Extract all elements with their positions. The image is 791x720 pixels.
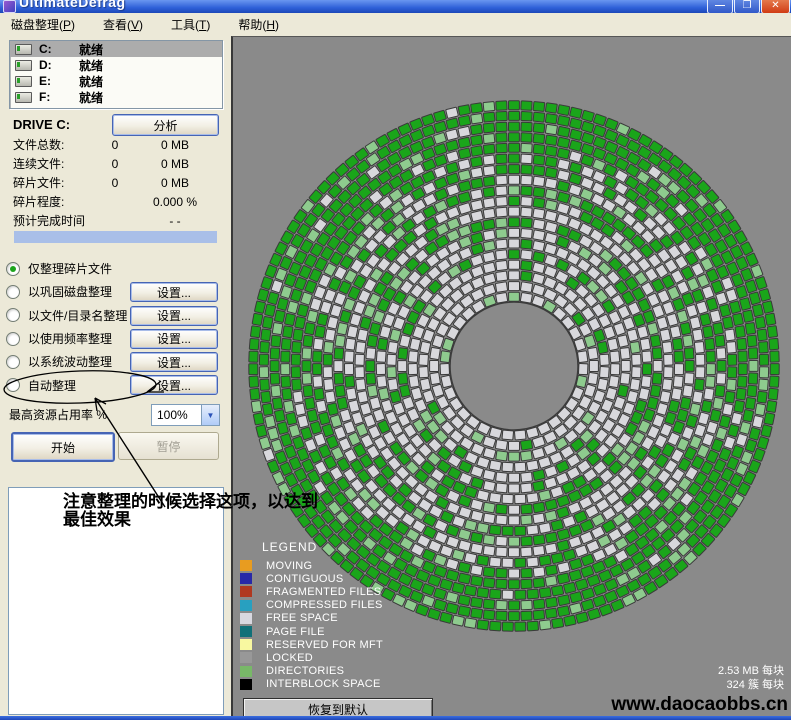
block-size-text: 2.53 MB 每块 bbox=[718, 664, 784, 678]
legend-row: LOCKED bbox=[240, 651, 383, 664]
legend: LEGEND MOVING CONTIGUOUS FRAGMENTED FILE… bbox=[240, 540, 383, 691]
legend-row: FREE SPACE bbox=[240, 612, 383, 625]
block-info: 2.53 MB 每块 324 簇 每块 bbox=[718, 664, 784, 692]
legend-row: CONTIGUOUS bbox=[240, 572, 383, 585]
legend-row: DIRECTORIES bbox=[240, 665, 383, 678]
legend-row: MOVING bbox=[240, 559, 383, 572]
app-window: UltimateDefrag — ❐ ✕ 磁盘整理(P) 查看(V) 工具(T)… bbox=[0, 0, 791, 720]
legend-label: DIRECTORIES bbox=[266, 665, 344, 677]
legend-swatch bbox=[240, 626, 252, 637]
disk-map[interactable] bbox=[0, 0, 791, 720]
annotation-line2: 最佳效果 bbox=[63, 511, 393, 529]
legend-label: CONTIGUOUS bbox=[266, 573, 344, 585]
legend-label: MOVING bbox=[266, 560, 312, 572]
legend-label: INTERBLOCK SPACE bbox=[266, 678, 381, 690]
legend-row: RESERVED FOR MFT bbox=[240, 638, 383, 651]
legend-swatch bbox=[240, 600, 252, 611]
legend-label: LOCKED bbox=[266, 652, 313, 664]
legend-swatch bbox=[240, 560, 252, 571]
legend-swatch bbox=[240, 573, 252, 584]
legend-row: PAGE FILE bbox=[240, 625, 383, 638]
watermark-text: www.daocaobbs.cn bbox=[611, 694, 788, 716]
legend-label: FRAGMENTED FILES bbox=[266, 586, 381, 598]
legend-row: COMPRESSED FILES bbox=[240, 599, 383, 612]
legend-title: LEGEND bbox=[262, 540, 383, 554]
legend-swatch bbox=[240, 679, 252, 690]
legend-swatch bbox=[240, 652, 252, 663]
legend-row: INTERBLOCK SPACE bbox=[240, 678, 383, 691]
legend-swatch bbox=[240, 639, 252, 650]
legend-label: FREE SPACE bbox=[266, 612, 338, 624]
legend-label: PAGE FILE bbox=[266, 626, 325, 638]
legend-swatch bbox=[240, 666, 252, 677]
window-bottom-border bbox=[0, 716, 791, 720]
annotation-note: 注意整理的时候选择这项，以达到 最佳效果 bbox=[63, 493, 393, 529]
legend-swatch bbox=[240, 613, 252, 624]
legend-row: FRAGMENTED FILES bbox=[240, 585, 383, 598]
legend-swatch bbox=[240, 586, 252, 597]
legend-label: RESERVED FOR MFT bbox=[266, 639, 383, 651]
cluster-size-text: 324 簇 每块 bbox=[718, 678, 784, 692]
annotation-line1: 注意整理的时候选择这项，以达到 bbox=[63, 493, 393, 511]
legend-label: COMPRESSED FILES bbox=[266, 599, 383, 611]
